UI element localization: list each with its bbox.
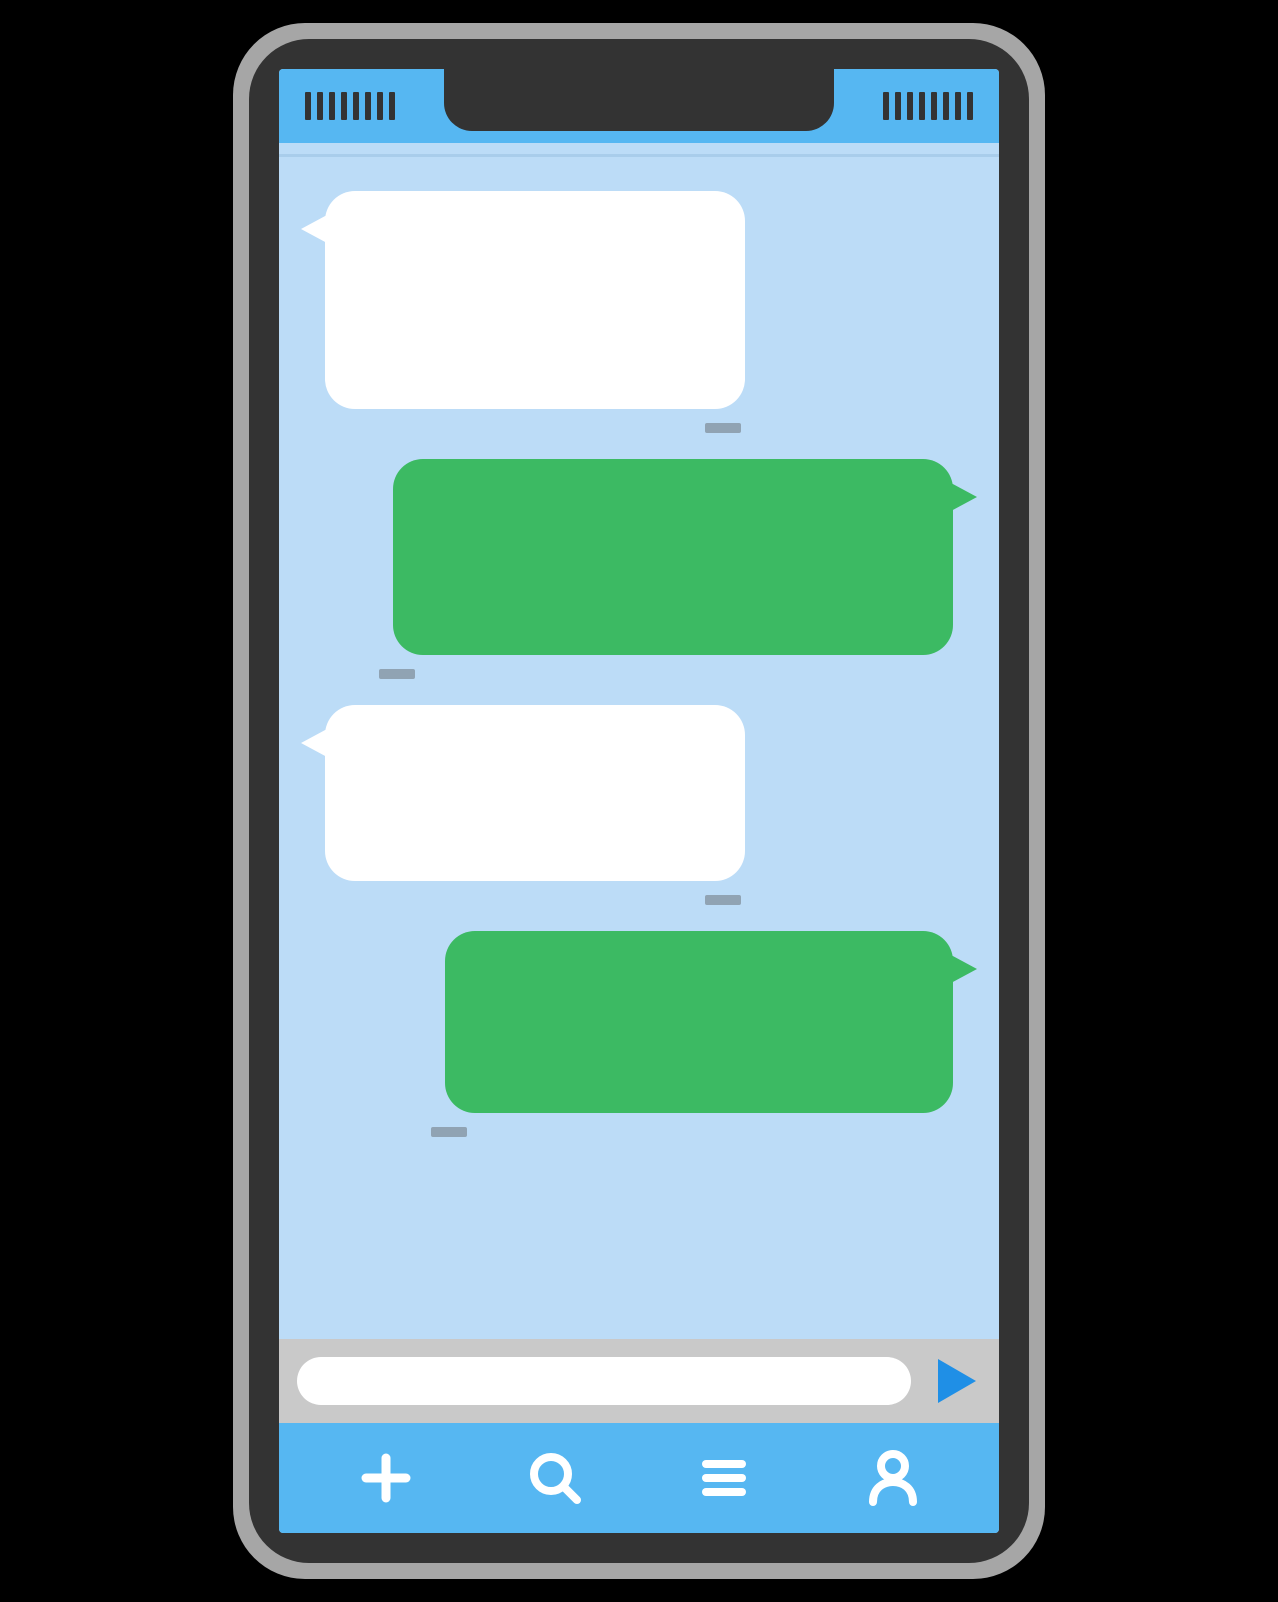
conversation-thread[interactable] — [279, 157, 999, 1339]
signal-bar — [389, 92, 395, 120]
message-bubble[interactable] — [445, 931, 953, 1113]
message-incoming — [301, 191, 977, 433]
signal-bar — [353, 92, 359, 120]
signal-bar — [883, 92, 889, 120]
plus-icon — [358, 1450, 414, 1506]
signal-bar — [943, 92, 949, 120]
message-outgoing — [301, 459, 977, 679]
phone-frame-inner — [249, 39, 1029, 1563]
message-bubble[interactable] — [325, 705, 745, 881]
signal-bar — [967, 92, 973, 120]
bottom-nav — [279, 1423, 999, 1533]
signal-bar — [317, 92, 323, 120]
signal-bar — [365, 92, 371, 120]
nav-add-button[interactable] — [344, 1436, 428, 1520]
nav-profile-button[interactable] — [851, 1436, 935, 1520]
send-button[interactable] — [933, 1357, 981, 1405]
message-timestamp — [705, 895, 741, 905]
screen — [279, 69, 999, 1533]
bubble-tail — [951, 483, 977, 511]
nav-menu-button[interactable] — [682, 1436, 766, 1520]
message-timestamp — [431, 1127, 467, 1137]
bubble-tail — [301, 729, 327, 757]
signal-indicator-left — [305, 92, 395, 120]
message-input[interactable] — [297, 1357, 911, 1405]
signal-bar — [329, 92, 335, 120]
message-bubble[interactable] — [393, 459, 953, 655]
compose-bar — [279, 1339, 999, 1423]
bubble-tail — [951, 955, 977, 983]
search-icon — [525, 1448, 585, 1508]
signal-bar — [895, 92, 901, 120]
phone-notch — [444, 69, 834, 131]
signal-bar — [919, 92, 925, 120]
nav-search-button[interactable] — [513, 1436, 597, 1520]
menu-icon — [696, 1450, 752, 1506]
header-divider — [279, 143, 999, 157]
signal-bar — [931, 92, 937, 120]
message-timestamp — [705, 423, 741, 433]
signal-bar — [907, 92, 913, 120]
phone-frame-outer — [233, 23, 1045, 1579]
bubble-tail — [301, 215, 327, 243]
send-icon — [938, 1359, 976, 1403]
message-timestamp — [379, 669, 415, 679]
profile-icon — [863, 1448, 923, 1508]
message-incoming — [301, 705, 977, 905]
signal-bar — [377, 92, 383, 120]
signal-indicator-right — [883, 92, 973, 120]
message-bubble[interactable] — [325, 191, 745, 409]
signal-bar — [305, 92, 311, 120]
signal-bar — [955, 92, 961, 120]
message-outgoing — [301, 931, 977, 1137]
signal-bar — [341, 92, 347, 120]
